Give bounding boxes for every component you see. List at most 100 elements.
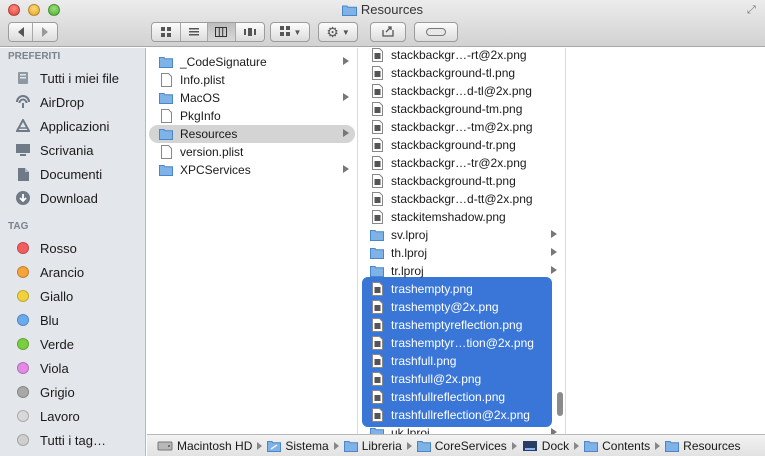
file-row[interactable]: trashemptyreflection.png xyxy=(360,316,563,334)
file-row[interactable]: stackbackgr…d-tl@2x.png xyxy=(360,82,563,100)
file-row[interactable]: trashemptyr…tion@2x.png xyxy=(360,334,563,352)
sidebar-item-label: Tutti i miei file xyxy=(40,70,119,86)
file-row[interactable]: trashfull.png xyxy=(360,352,563,370)
folder-row[interactable]: Resources xyxy=(149,125,355,143)
sidebar-tag-item[interactable]: Grigio xyxy=(0,380,145,404)
folder-row[interactable]: XPCServices xyxy=(149,161,355,179)
item-name: trashfullreflection.png xyxy=(391,390,506,404)
folder-icon xyxy=(370,228,384,242)
tag-color-dot-icon xyxy=(15,288,31,304)
folder-row[interactable]: uk.lproj xyxy=(360,424,563,434)
sidebar-item-download[interactable]: Download xyxy=(0,186,145,210)
icon-view-button[interactable] xyxy=(152,23,181,41)
file-row[interactable]: stackbackgr…-tm@2x.png xyxy=(360,118,563,136)
sidebar-tag-item[interactable]: Rosso xyxy=(0,236,145,260)
action-button[interactable]: ⚙ ▼ xyxy=(318,22,358,42)
disclosure-arrow-icon xyxy=(343,57,349,65)
tag-color-dot-icon xyxy=(15,408,31,424)
sidebar-tag-label: Tutti i tag… xyxy=(40,432,106,448)
sidebar-item-desktop[interactable]: Scrivania xyxy=(0,138,145,162)
item-name: stackbackground-tr.png xyxy=(391,138,516,152)
item-name: stackbackground-tt.png xyxy=(391,174,516,188)
tags-button[interactable] xyxy=(414,22,458,42)
folder-row[interactable]: MacOS xyxy=(149,89,355,107)
fullscreen-icon[interactable]: ⤢ xyxy=(747,4,759,16)
sidebar-tag-item[interactable]: Tutti i tag… xyxy=(0,428,145,452)
sidebar-item-documents[interactable]: Documenti xyxy=(0,162,145,186)
disclosure-arrow-icon xyxy=(551,248,557,256)
sidebar-item-applications[interactable]: Applicazioni xyxy=(0,114,145,138)
item-name: trashempty@2x.png xyxy=(391,300,499,314)
file-row[interactable]: trashfullreflection.png xyxy=(360,388,563,406)
file-row[interactable]: Info.plist xyxy=(149,71,355,89)
folder-row[interactable]: sv.lproj xyxy=(360,226,563,244)
file-row[interactable]: version.plist xyxy=(149,143,355,161)
document-icon xyxy=(159,109,173,123)
folder-row[interactable]: th.lproj xyxy=(360,244,563,262)
column-empty xyxy=(566,48,765,434)
share-button[interactable] xyxy=(370,22,406,42)
sidebar-tag-item[interactable]: Verde xyxy=(0,332,145,356)
cover-flow-view-button[interactable] xyxy=(235,23,264,41)
image-file-icon xyxy=(370,174,384,188)
file-row[interactable]: PkgInfo xyxy=(149,107,355,125)
sidebar-tag-item[interactable]: Lavoro xyxy=(0,404,145,428)
path-separator-icon xyxy=(333,441,339,450)
item-name: trashfull@2x.png xyxy=(391,372,482,386)
file-row[interactable]: stackbackgr…-tr@2x.png xyxy=(360,154,563,172)
back-button[interactable] xyxy=(9,23,33,41)
sidebar-tag-item[interactable]: Giallo xyxy=(0,284,145,308)
sidebar-item-airdrop[interactable]: AirDrop xyxy=(0,90,145,114)
image-file-icon xyxy=(370,390,384,404)
file-row[interactable]: stackbackground-tl.png xyxy=(360,64,563,82)
path-crumb-label: CoreServices xyxy=(434,438,507,453)
image-file-icon xyxy=(370,48,384,62)
airdrop-icon xyxy=(15,94,31,110)
list-view-button[interactable] xyxy=(180,23,209,41)
path-crumb[interactable]: Dock xyxy=(522,439,569,453)
item-name: stackbackground-tm.png xyxy=(391,102,523,116)
image-file-icon xyxy=(370,210,384,224)
file-row[interactable]: trashfull@2x.png xyxy=(360,370,563,388)
path-crumb[interactable]: Libreria xyxy=(343,438,402,453)
path-crumb[interactable]: Resources xyxy=(665,439,741,453)
folder-row[interactable]: tr.lproj xyxy=(360,262,563,280)
file-row[interactable]: trashempty@2x.png xyxy=(360,298,563,316)
sidebar-tag-item[interactable]: Blu xyxy=(0,308,145,332)
arrange-button[interactable]: ▼ xyxy=(270,22,310,42)
file-row[interactable]: stackbackground-tm.png xyxy=(360,100,563,118)
path-crumb[interactable]: Contents xyxy=(584,439,650,453)
sidebar-item-all-files[interactable]: Tutti i miei file xyxy=(0,66,145,90)
sidebar-tag-item[interactable]: Arancio xyxy=(0,260,145,284)
file-row[interactable]: trashempty.png xyxy=(360,280,563,298)
item-name: trashfullreflection@2x.png xyxy=(391,408,530,422)
column-scrollbar[interactable] xyxy=(557,392,563,416)
view-mode-control xyxy=(151,22,265,42)
disclosure-arrow-icon xyxy=(551,266,557,274)
path-crumb[interactable]: CoreServices xyxy=(416,438,507,453)
file-row[interactable]: trashfullreflection@2x.png xyxy=(360,406,563,424)
column-view-button[interactable] xyxy=(208,23,236,41)
file-row[interactable]: stackbackground-tt.png xyxy=(360,172,563,190)
forward-button[interactable] xyxy=(33,23,57,41)
image-file-icon xyxy=(370,318,384,332)
tag-color-dot-icon xyxy=(15,336,31,352)
file-row[interactable]: stackbackground-tr.png xyxy=(360,136,563,154)
sidebar-tag-label: Blu xyxy=(40,312,59,328)
image-file-icon xyxy=(370,408,384,422)
file-row[interactable]: stackbackgr…d-tt@2x.png xyxy=(360,190,563,208)
path-crumb[interactable]: Macintosh HD xyxy=(157,439,252,453)
folder-row[interactable]: _CodeSignature xyxy=(149,53,355,71)
back-forward-control xyxy=(8,22,58,42)
item-name: PkgInfo xyxy=(180,109,221,123)
image-file-icon xyxy=(370,138,384,152)
file-row[interactable]: stackitemshadow.png xyxy=(360,208,563,226)
path-crumb[interactable]: Sistema xyxy=(267,439,329,453)
sidebar-tag-item[interactable]: Viola xyxy=(0,356,145,380)
item-name: stackbackground-tl.png xyxy=(391,66,516,80)
folder-icon xyxy=(341,4,357,19)
file-row[interactable]: stackbackgr…-rt@2x.png xyxy=(360,48,563,64)
tag-icon xyxy=(426,28,446,36)
column-bundle-contents: _CodeSignature Info.plist MacOS PkgInfo Reso… xyxy=(147,48,358,434)
path-crumb-label: Libreria xyxy=(361,438,402,453)
